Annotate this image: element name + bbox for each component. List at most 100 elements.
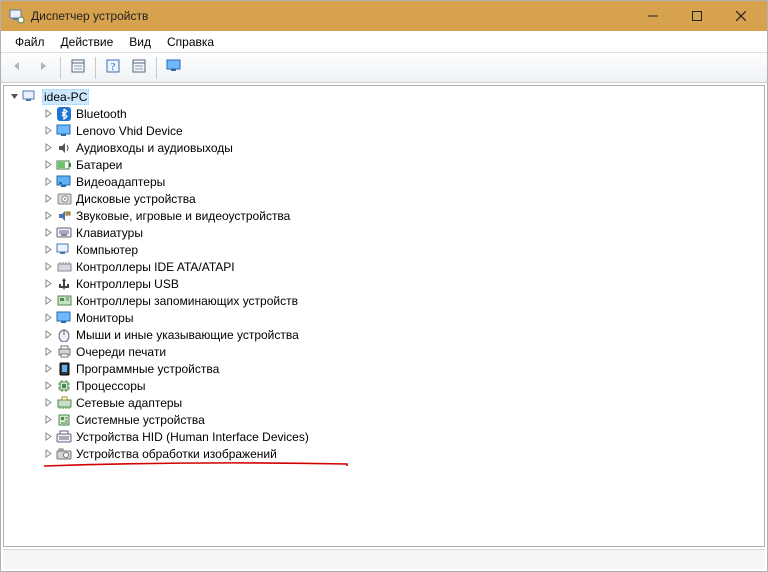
- expand-icon[interactable]: [42, 414, 54, 426]
- expand-icon[interactable]: [42, 159, 54, 171]
- tree-item[interactable]: Звуковые, игровые и видеоустройства: [8, 207, 762, 224]
- annotation-underline: [44, 462, 349, 468]
- keyboard-icon: [56, 225, 72, 241]
- tree-item[interactable]: Устройства HID (Human Interface Devices): [8, 428, 762, 445]
- tree-item[interactable]: Устройства обработки изображений: [8, 445, 762, 462]
- maximize-button[interactable]: [675, 2, 719, 30]
- expand-icon[interactable]: [42, 210, 54, 222]
- expand-icon[interactable]: [42, 431, 54, 443]
- toolbar-scan-button[interactable]: [127, 56, 151, 80]
- tree-item[interactable]: Системные устройства: [8, 411, 762, 428]
- properties-icon: [71, 59, 85, 76]
- ide-icon: [56, 259, 72, 275]
- scan-icon: [132, 59, 146, 76]
- tree-item[interactable]: Контроллеры IDE ATA/ATAPI: [8, 258, 762, 275]
- tree-item[interactable]: Программные устройства: [8, 360, 762, 377]
- tree-item[interactable]: Процессоры: [8, 377, 762, 394]
- menu-view[interactable]: Вид: [121, 33, 159, 51]
- expand-icon[interactable]: [42, 363, 54, 375]
- menu-action[interactable]: Действие: [53, 33, 122, 51]
- expand-icon[interactable]: [42, 295, 54, 307]
- tree-item[interactable]: Аудиовходы и аудиовыходы: [8, 139, 762, 156]
- toolbar-back-button[interactable]: [5, 56, 29, 80]
- computer-icon: [22, 89, 38, 105]
- expand-icon[interactable]: [42, 448, 54, 460]
- cpu-icon: [56, 378, 72, 394]
- monitor-icon: [56, 310, 72, 326]
- toolbar-properties-button[interactable]: [66, 56, 90, 80]
- battery-icon: [56, 157, 72, 173]
- disk-icon: [56, 191, 72, 207]
- tree-item-label: Контроллеры запоминающих устройств: [76, 294, 298, 308]
- menubar: Файл Действие Вид Справка: [1, 31, 767, 53]
- expand-icon[interactable]: [42, 380, 54, 392]
- tree-item-label: Очереди печати: [76, 345, 166, 359]
- device-manager-window: Диспетчер устройств Файл Действие Вид Сп…: [0, 0, 768, 572]
- device-tree[interactable]: idea-PC Bluetooth Lenovo Vhid Device Аудио…: [3, 85, 765, 547]
- expand-icon[interactable]: [42, 193, 54, 205]
- tree-item[interactable]: Дисковые устройства: [8, 190, 762, 207]
- monitor-icon: [56, 123, 72, 139]
- system-icon: [56, 412, 72, 428]
- tree-item-label: Контроллеры IDE ATA/ATAPI: [76, 260, 235, 274]
- collapse-icon[interactable]: [8, 91, 20, 103]
- toolbar: ?: [1, 53, 767, 83]
- toolbar-separator: [156, 57, 157, 79]
- imaging-icon: [56, 446, 72, 462]
- tree-item-label: Клавиатуры: [76, 226, 143, 240]
- expand-icon[interactable]: [42, 329, 54, 341]
- tree-item[interactable]: Сетевые адаптеры: [8, 394, 762, 411]
- expand-icon[interactable]: [42, 125, 54, 137]
- menu-file[interactable]: Файл: [7, 33, 53, 51]
- expand-icon[interactable]: [42, 244, 54, 256]
- tree-item-label: Контроллеры USB: [76, 277, 179, 291]
- tree-root-label: idea-PC: [42, 89, 89, 105]
- statusbar: [3, 549, 765, 569]
- tree-root[interactable]: idea-PC: [8, 88, 762, 105]
- expand-icon[interactable]: [42, 261, 54, 273]
- expand-icon[interactable]: [42, 278, 54, 290]
- tree-item-label: Мониторы: [76, 311, 133, 325]
- tree-item-label: Процессоры: [76, 379, 146, 393]
- tree-item-label: Lenovo Vhid Device: [76, 124, 183, 138]
- bluetooth-icon: [56, 106, 72, 122]
- toolbar-forward-button[interactable]: [31, 56, 55, 80]
- expand-icon[interactable]: [42, 346, 54, 358]
- minimize-button[interactable]: [631, 2, 675, 30]
- expand-icon[interactable]: [42, 176, 54, 188]
- close-button[interactable]: [719, 2, 763, 30]
- expand-icon[interactable]: [42, 108, 54, 120]
- expand-icon[interactable]: [42, 227, 54, 239]
- tree-item[interactable]: Мыши и иные указывающие устройства: [8, 326, 762, 343]
- tree-item[interactable]: Контроллеры запоминающих устройств: [8, 292, 762, 309]
- toolbar-help-button[interactable]: ?: [101, 56, 125, 80]
- toolbar-show-hidden-button[interactable]: [162, 56, 186, 80]
- tree-item[interactable]: Батареи: [8, 156, 762, 173]
- tree-item-label: Аудиовходы и аудиовыходы: [76, 141, 233, 155]
- tree-item[interactable]: Очереди печати: [8, 343, 762, 360]
- sound-game-icon: [56, 208, 72, 224]
- tree-item-label: Системные устройства: [76, 413, 205, 427]
- monitor-icon: [166, 59, 182, 76]
- tree-item[interactable]: Мониторы: [8, 309, 762, 326]
- titlebar: Диспетчер устройств: [1, 1, 767, 31]
- tree-item[interactable]: Bluetooth: [8, 105, 762, 122]
- expand-icon[interactable]: [42, 142, 54, 154]
- menu-help[interactable]: Справка: [159, 33, 222, 51]
- expand-icon[interactable]: [42, 312, 54, 324]
- tree-item-label: Компьютер: [76, 243, 138, 257]
- tree-item[interactable]: Контроллеры USB: [8, 275, 762, 292]
- tree-item[interactable]: Видеоадаптеры: [8, 173, 762, 190]
- tree-item-label: Дисковые устройства: [76, 192, 196, 206]
- tree-item[interactable]: Lenovo Vhid Device: [8, 122, 762, 139]
- arrow-left-icon: [10, 59, 24, 76]
- window-controls: [631, 2, 763, 30]
- tree-item-label: Программные устройства: [76, 362, 219, 376]
- computer-icon: [56, 242, 72, 258]
- tree-item[interactable]: Клавиатуры: [8, 224, 762, 241]
- audio-icon: [56, 140, 72, 156]
- tree-item[interactable]: Компьютер: [8, 241, 762, 258]
- expand-icon[interactable]: [42, 397, 54, 409]
- tree-item-label: Устройства HID (Human Interface Devices): [76, 430, 309, 444]
- printer-icon: [56, 344, 72, 360]
